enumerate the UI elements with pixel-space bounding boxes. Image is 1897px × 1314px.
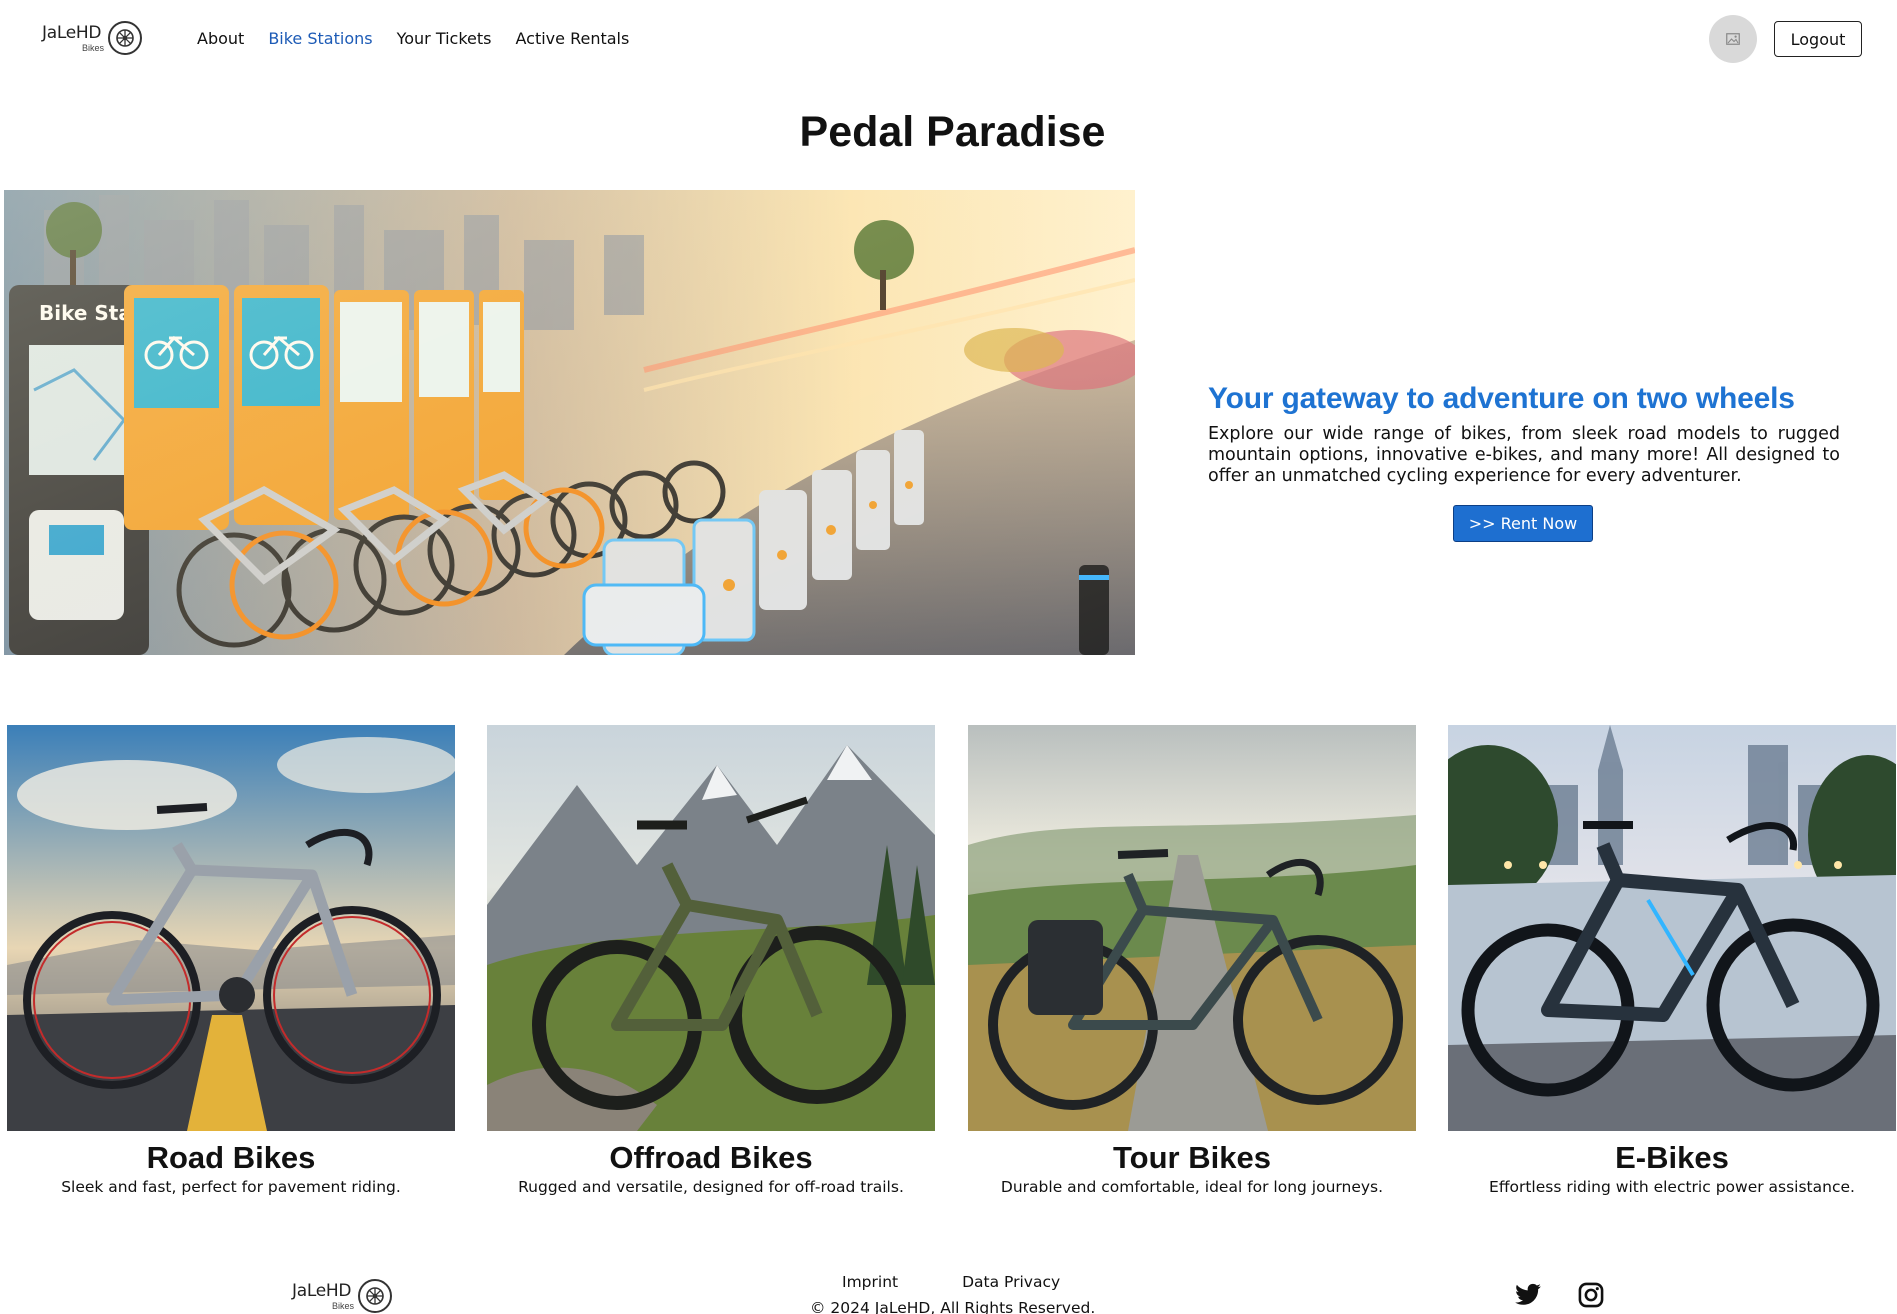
brand-logo[interactable]: JaLeHD Bikes — [42, 21, 142, 55]
category-description: Rugged and versatile, designed for off-r… — [518, 1178, 904, 1196]
category-title: Road Bikes — [146, 1140, 316, 1175]
logout-button[interactable]: Logout — [1774, 21, 1862, 57]
instagram-icon[interactable] — [1577, 1281, 1605, 1309]
category-description: Sleek and fast, perfect for pavement rid… — [61, 1178, 401, 1196]
tour-bike-image — [968, 725, 1416, 1131]
category-card-e-bikes[interactable]: E-Bikes Effortless riding with electric … — [1448, 725, 1896, 1196]
nav-link-about[interactable]: About — [197, 29, 244, 48]
twitter-icon[interactable] — [1514, 1281, 1542, 1309]
category-description: Effortless riding with electric power as… — [1489, 1178, 1855, 1196]
main-nav: About Bike Stations Your Tickets Active … — [197, 29, 653, 48]
nav-link-bike-stations[interactable]: Bike Stations — [268, 29, 372, 48]
top-navigation: JaLeHD Bikes About Bike Stations Your Ti… — [0, 0, 1897, 78]
footer-logo-text: JaLeHD Bikes — [292, 1279, 354, 1313]
avatar[interactable] — [1709, 15, 1757, 63]
offroad-bike-image — [487, 725, 935, 1131]
e-bike-image — [1448, 725, 1896, 1131]
footer-link-data-privacy[interactable]: Data Privacy — [962, 1273, 1060, 1291]
footer-links: Imprint Data Privacy — [842, 1273, 1124, 1291]
brand-name: JaLeHD — [42, 23, 102, 43]
footer-brand-name: JaLeHD — [292, 1281, 352, 1301]
nav-link-your-tickets[interactable]: Your Tickets — [397, 29, 492, 48]
copyright-text: © 2024 JaLeHD, All Rights Reserved. — [810, 1299, 1096, 1314]
hero-image-bike-station: Bike Station — [4, 190, 1135, 655]
category-card-tour-bikes[interactable]: Tour Bikes Durable and comfortable, idea… — [968, 725, 1416, 1196]
category-title: E-Bikes — [1615, 1140, 1729, 1175]
avatar-image-icon — [1726, 33, 1740, 45]
footer-brand-sub: Bikes — [331, 1301, 354, 1311]
category-card-offroad-bikes[interactable]: Offroad Bikes Rugged and versatile, desi… — [487, 725, 935, 1196]
logo-wheel-icon — [108, 21, 142, 55]
category-card-road-bikes[interactable]: Road Bikes Sleek and fast, perfect for p… — [7, 725, 455, 1196]
footer-link-imprint[interactable]: Imprint — [842, 1273, 898, 1291]
logo-wheel-icon — [358, 1279, 392, 1313]
road-bike-image — [7, 725, 455, 1131]
rent-now-button[interactable]: >> Rent Now — [1453, 505, 1593, 542]
category-title: Tour Bikes — [1113, 1140, 1271, 1175]
nav-link-active-rentals[interactable]: Active Rentals — [516, 29, 630, 48]
footer-logo[interactable]: JaLeHD Bikes — [292, 1279, 392, 1313]
hero-text-block: Your gateway to adventure on two wheels … — [1208, 382, 1840, 487]
hero-description: Explore our wide range of bikes, from sl… — [1208, 424, 1840, 486]
category-description: Durable and comfortable, ideal for long … — [1000, 1178, 1384, 1196]
brand-logo-text: JaLeHD Bikes — [42, 21, 104, 55]
brand-sub: Bikes — [81, 43, 104, 53]
category-title: Offroad Bikes — [609, 1140, 813, 1175]
page-title: Pedal Paradise — [799, 108, 1106, 156]
hero-tagline: Your gateway to adventure on two wheels — [1208, 382, 1795, 415]
